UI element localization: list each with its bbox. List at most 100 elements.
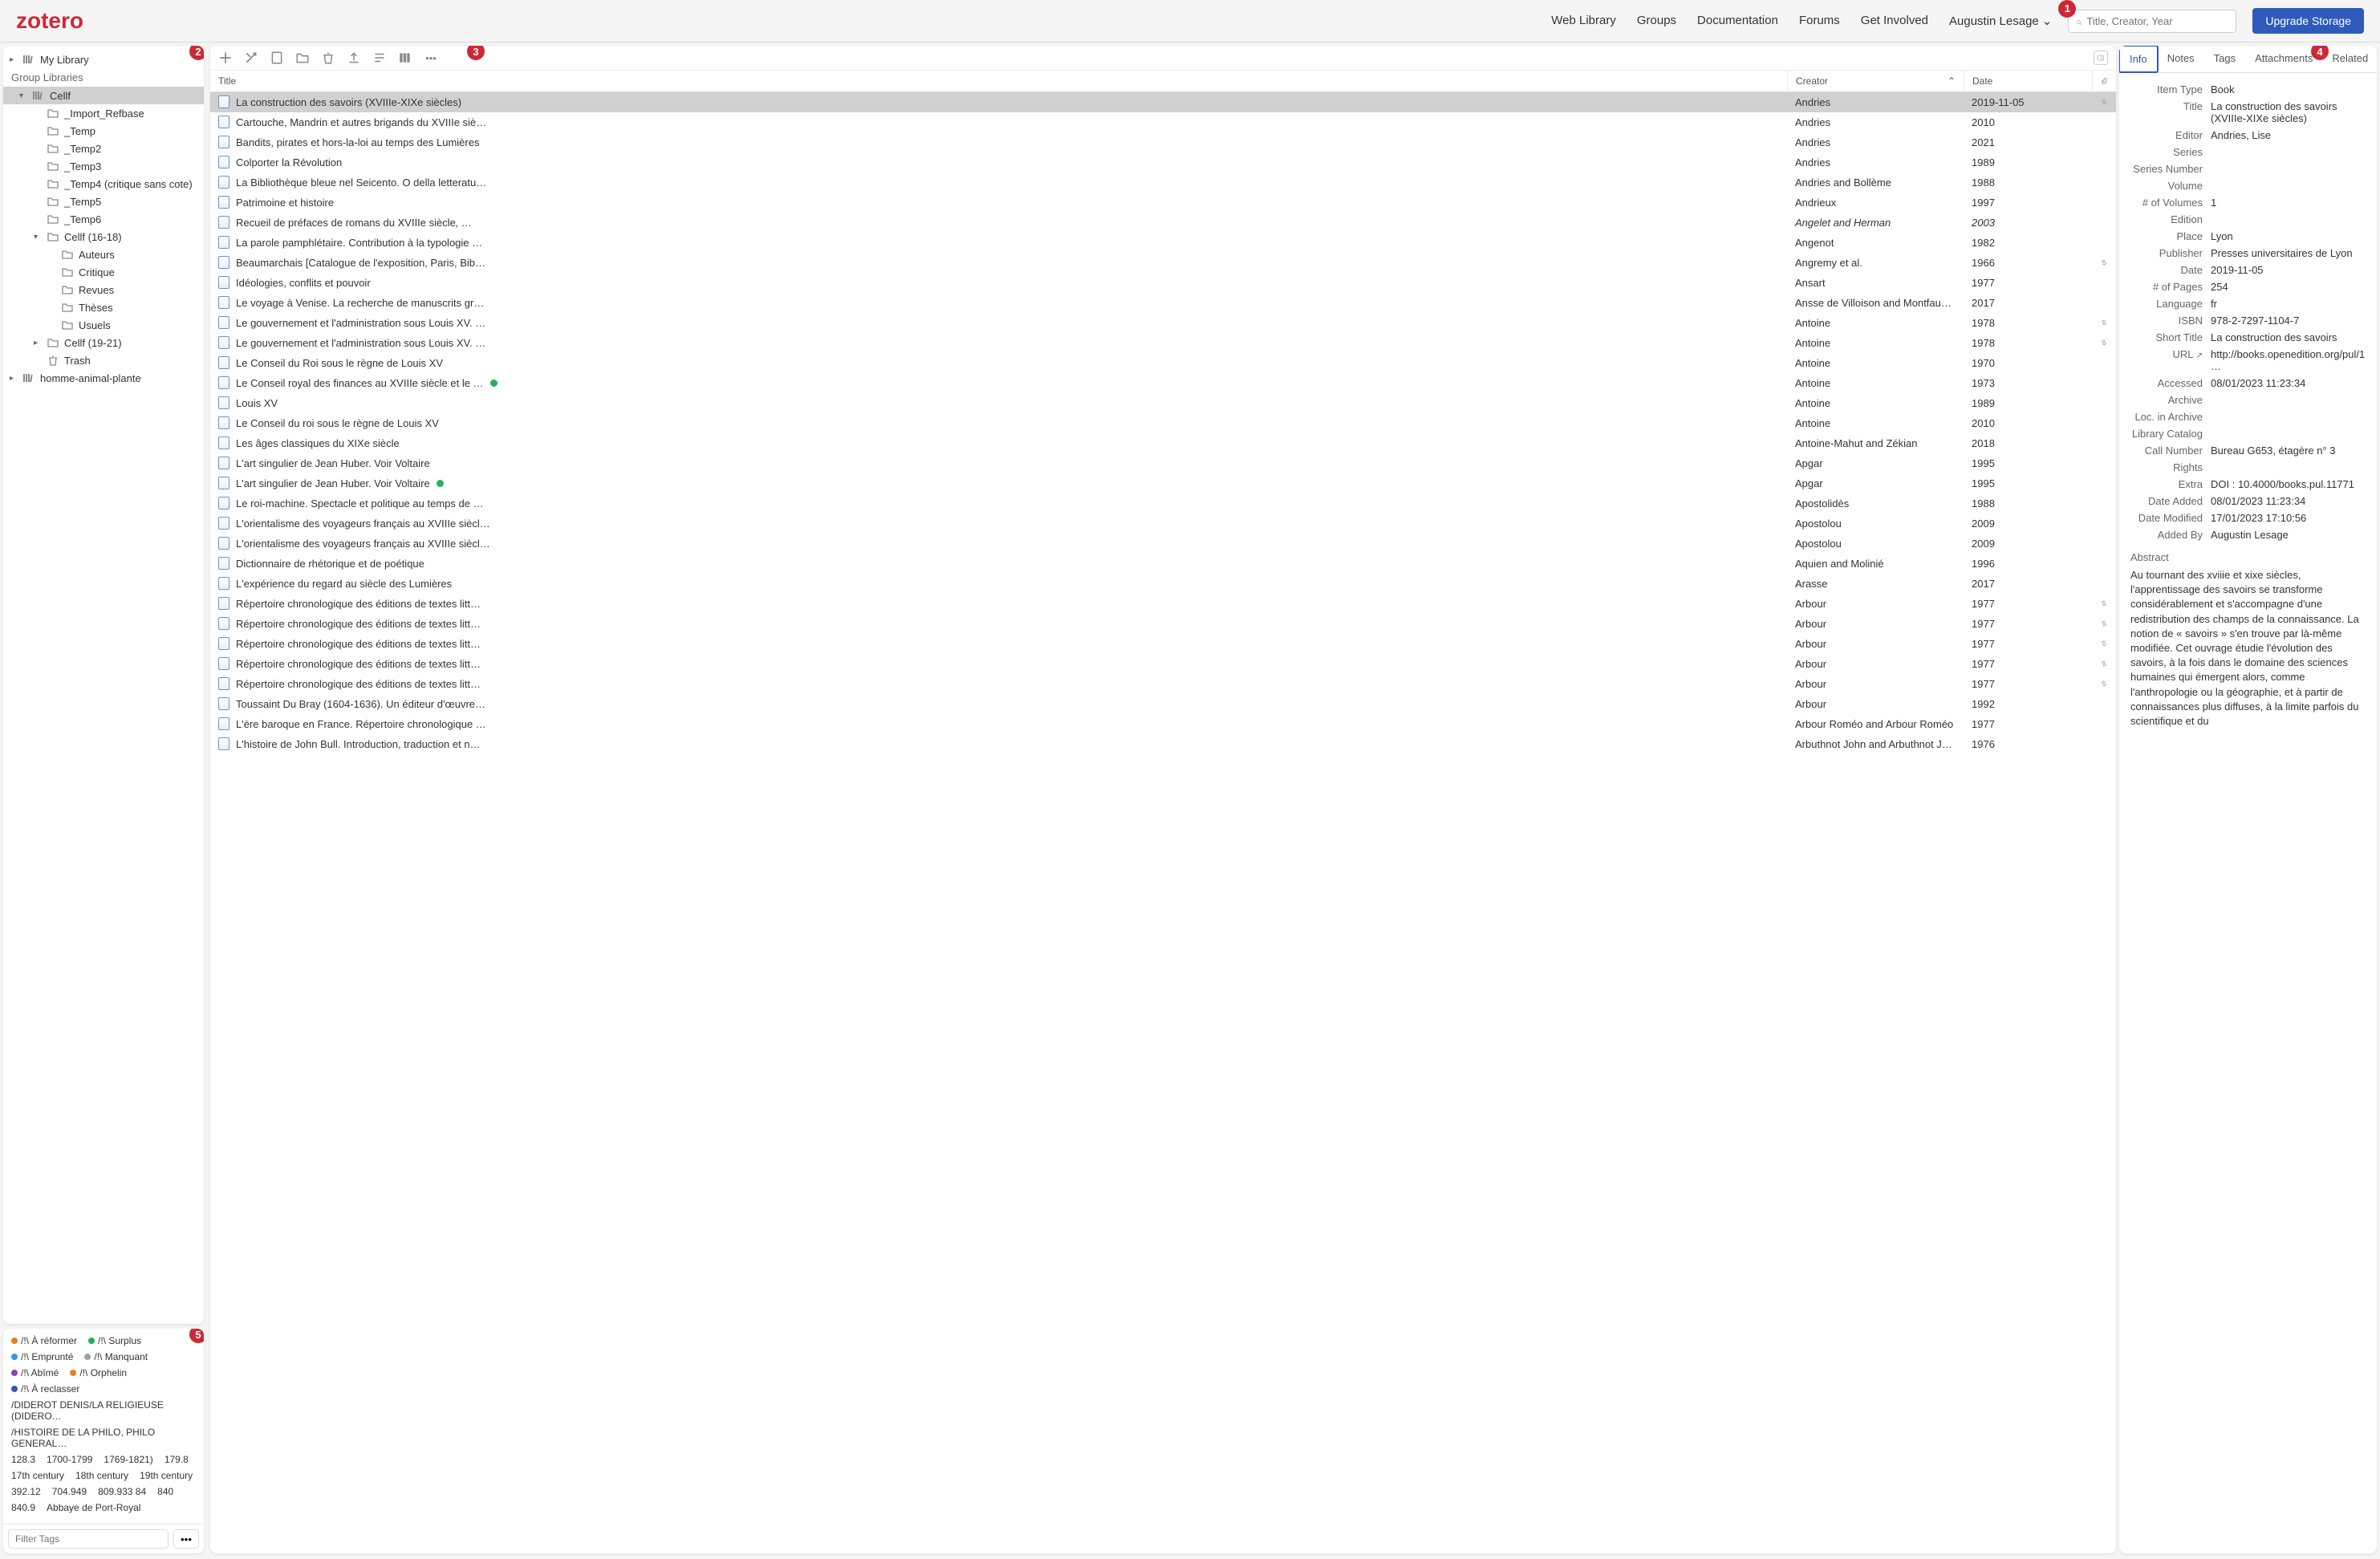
add-to-collection-icon[interactable]	[295, 51, 310, 65]
table-row[interactable]: L'histoire de John Bull. Introduction, t…	[210, 734, 2116, 754]
other-library[interactable]: ▸ homme-animal-plante	[3, 369, 204, 387]
info-value[interactable]: La construction des savoirs	[2211, 331, 2366, 343]
column-attachment[interactable]	[2092, 71, 2116, 91]
table-row[interactable]: Louis XVAntoine1989	[210, 393, 2116, 413]
info-value[interactable]: Book	[2211, 83, 2366, 95]
info-value[interactable]: Presses universitaires de Lyon	[2211, 247, 2366, 259]
tree-toggle-icon[interactable]: ▸	[34, 339, 42, 347]
tag-item[interactable]: /DIDEROT DENIS/LA RELIGIEUSE (DIDERO…	[11, 1399, 196, 1422]
info-value[interactable]: 17/01/2023 17:10:56	[2211, 512, 2366, 524]
tag-item[interactable]: 704.949	[52, 1486, 87, 1497]
tag-item[interactable]: /!\ Abîmé	[11, 1367, 59, 1378]
chevron-right-icon[interactable]: ▸	[10, 55, 18, 64]
add-by-identifier-icon[interactable]	[244, 51, 258, 65]
tag-item[interactable]: /!\ À reclasser	[11, 1383, 79, 1395]
tag-item[interactable]: 128.3	[11, 1454, 35, 1465]
search-input[interactable]	[2086, 15, 2228, 27]
info-value[interactable]	[2211, 428, 2366, 440]
table-row[interactable]: Le roi-machine. Spectacle et politique a…	[210, 493, 2116, 514]
table-row[interactable]: L'art singulier de Jean Huber. Voir Volt…	[210, 453, 2116, 473]
tree-item[interactable]: ▾Cellf	[3, 87, 204, 104]
tag-item[interactable]: /!\ À réformer	[11, 1335, 77, 1346]
tree-toggle-icon[interactable]: ▾	[34, 233, 42, 242]
table-row[interactable]: Toussaint Du Bray (1604-1636). Un éditeu…	[210, 694, 2116, 714]
column-date[interactable]: Date	[1964, 71, 2092, 91]
info-value[interactable]: 254	[2211, 281, 2366, 293]
info-value[interactable]	[2211, 146, 2366, 158]
table-row[interactable]: Répertoire chronologique des éditions de…	[210, 674, 2116, 694]
cite-icon[interactable]	[398, 51, 412, 65]
table-row[interactable]: Cartouche, Mandrin et autres brigands du…	[210, 112, 2116, 132]
new-item-icon[interactable]	[218, 51, 233, 65]
table-row[interactable]: L'art singulier de Jean Huber. Voir Volt…	[210, 473, 2116, 493]
table-row[interactable]: L'orientalisme des voyageurs français au…	[210, 534, 2116, 554]
table-row[interactable]: Patrimoine et histoireAndrieux1997	[210, 193, 2116, 213]
tag-item[interactable]: Abbaye de Port-Royal	[47, 1502, 140, 1513]
tree-item[interactable]: Thèses	[3, 298, 204, 316]
abstract-text[interactable]: Au tournant des xviiie et xixe siècles, …	[2130, 568, 2366, 729]
table-row[interactable]: La Bibliothèque bleue nel Seicento. O de…	[210, 173, 2116, 193]
trash-icon[interactable]	[321, 51, 335, 65]
info-value[interactable]	[2211, 461, 2366, 473]
info-value[interactable]: 08/01/2023 11:23:34	[2211, 495, 2366, 507]
tree-item[interactable]: ▸Cellf (19-21)	[3, 334, 204, 351]
tree-item[interactable]: Auteurs	[3, 246, 204, 263]
global-search[interactable]	[2068, 10, 2236, 33]
table-row[interactable]: Le voyage à Venise. La recherche de manu…	[210, 293, 2116, 313]
tree-item[interactable]: _Temp4 (critique sans cote)	[3, 175, 204, 193]
info-value[interactable]: Andries, Lise	[2211, 129, 2366, 141]
create-bibliography-icon[interactable]	[372, 51, 387, 65]
info-value[interactable]	[2211, 394, 2366, 406]
tag-item[interactable]: 809.933 84	[98, 1486, 146, 1497]
table-row[interactable]: Colporter la RévolutionAndries1989	[210, 152, 2116, 173]
table-row[interactable]: Le Conseil du roi sous le règne de Louis…	[210, 413, 2116, 433]
tree-item[interactable]: ▾Cellf (16-18)	[3, 228, 204, 246]
table-row[interactable]: Répertoire chronologique des éditions de…	[210, 654, 2116, 674]
nav-groups[interactable]: Groups	[1637, 14, 1676, 28]
tree-item[interactable]: _Temp5	[3, 193, 204, 210]
nav-get-involved[interactable]: Get Involved	[1861, 14, 1928, 28]
tab-notes[interactable]: Notes	[2158, 46, 2204, 72]
info-value[interactable]: http://books.openedition.org/pul/1…	[2211, 348, 2366, 372]
info-value[interactable]: fr	[2211, 298, 2366, 310]
column-creator[interactable]: Creator⌃	[1787, 71, 1964, 91]
tree-item[interactable]: Usuels	[3, 316, 204, 334]
tree-item[interactable]: Critique	[3, 263, 204, 281]
info-value[interactable]: 08/01/2023 11:23:34	[2211, 377, 2366, 389]
table-row[interactable]: Répertoire chronologique des éditions de…	[210, 594, 2116, 614]
info-value[interactable]: 1	[2211, 197, 2366, 209]
upgrade-storage-button[interactable]: Upgrade Storage	[2252, 8, 2364, 34]
tree-item[interactable]: _Temp6	[3, 210, 204, 228]
info-value[interactable]: Augustin Lesage	[2211, 529, 2366, 541]
table-row[interactable]: Bandits, pirates et hors-la-loi au temps…	[210, 132, 2116, 152]
tag-item[interactable]: 1700-1799	[47, 1454, 92, 1465]
tree-toggle-icon[interactable]: ▾	[19, 91, 27, 100]
tag-item[interactable]: 19th century	[140, 1470, 193, 1481]
table-row[interactable]: La construction des savoirs (XVIIIe-XIXe…	[210, 92, 2116, 112]
table-row[interactable]: Le gouvernement et l'administration sous…	[210, 333, 2116, 353]
info-value[interactable]: Bureau G653, étagère n° 3	[2211, 445, 2366, 457]
table-row[interactable]: Les âges classiques du XIXe siècleAntoin…	[210, 433, 2116, 453]
tag-item[interactable]: /!\ Surplus	[88, 1335, 141, 1346]
tag-item[interactable]: /!\ Emprunté	[11, 1351, 73, 1362]
tag-item[interactable]: 18th century	[75, 1470, 128, 1481]
info-value[interactable]	[2211, 213, 2366, 225]
table-row[interactable]: Idéologies, conflits et pouvoirAnsart197…	[210, 273, 2116, 293]
tag-item[interactable]: 1769-1821)	[104, 1454, 152, 1465]
tree-item[interactable]: _Temp	[3, 122, 204, 140]
table-row[interactable]: Dictionnaire de rhétorique et de poétiqu…	[210, 554, 2116, 574]
column-title[interactable]: Title	[210, 71, 1787, 91]
tree-item[interactable]: Trash	[3, 351, 204, 369]
filter-tags-input[interactable]	[8, 1529, 169, 1549]
table-row[interactable]: L'ère baroque en France. Répertoire chro…	[210, 714, 2116, 734]
info-value[interactable]: La construction des savoirs (XVIIIe-XIXe…	[2211, 100, 2366, 124]
user-dropdown[interactable]: Augustin Lesage ⌄	[1949, 14, 2052, 28]
my-library[interactable]: ▸ My Library	[3, 51, 204, 68]
more-icon[interactable]: •••	[424, 51, 438, 65]
tree-item[interactable]: _Temp2	[3, 140, 204, 157]
tree-item[interactable]: _Temp3	[3, 157, 204, 175]
new-note-icon[interactable]	[270, 51, 284, 65]
info-value[interactable]: 2019-11-05	[2211, 264, 2366, 276]
tree-item[interactable]: _Import_Refbase	[3, 104, 204, 122]
tag-item[interactable]: 392.12	[11, 1486, 41, 1497]
